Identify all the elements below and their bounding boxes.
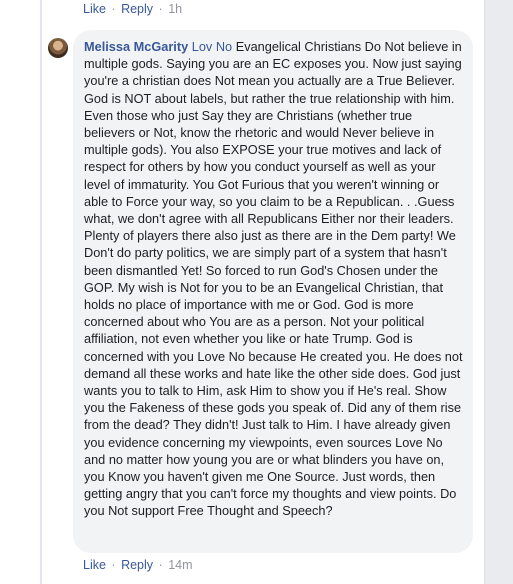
previous-comment-actions: Like · Reply · 1h [83,2,182,16]
comment-actions: Like · Reply · 14m [83,558,193,572]
like-link[interactable]: Like [83,558,106,572]
separator-dot: · [158,2,163,16]
like-link[interactable]: Like [83,2,106,16]
comment-timestamp[interactable]: 14m [168,558,192,572]
separator-dot: · [111,2,116,16]
comment-text: Evangelical Christians Do Not believe in… [84,39,463,519]
separator-dot: · [158,558,163,572]
reply-link[interactable]: Reply [121,2,153,16]
comment-author[interactable]: Melissa McGarity [84,39,188,54]
comment-thread: Like · Reply · 1h Melissa McGarity Lov N… [0,0,513,584]
mention-tag[interactable]: Lov No [192,39,232,54]
right-sidebar-gutter [484,0,513,584]
thread-connector-line [40,0,42,584]
comment-bubble: Melissa McGarity Lov No Evangelical Chri… [73,30,473,553]
separator-dot: · [111,558,116,572]
reply-link[interactable]: Reply [121,558,153,572]
comment-timestamp[interactable]: 1h [168,2,182,16]
avatar[interactable] [48,38,68,58]
